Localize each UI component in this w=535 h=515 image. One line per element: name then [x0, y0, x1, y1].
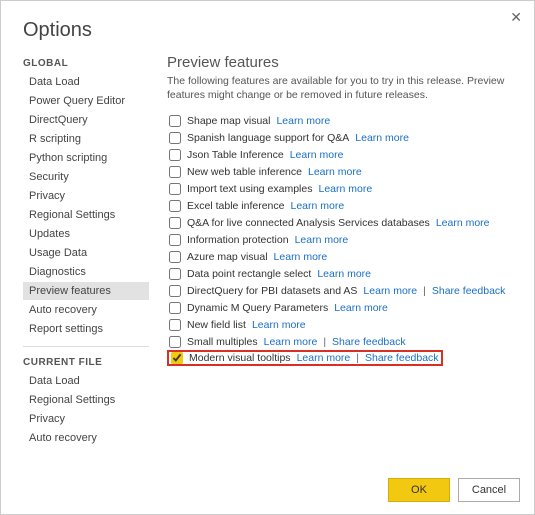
sidebar-item[interactable]: Report settings — [23, 320, 149, 338]
feature-checkbox[interactable] — [169, 302, 181, 314]
page-description: The following features are available for… — [167, 75, 518, 102]
learn-more-link[interactable]: Learn more — [308, 166, 362, 178]
feature-checkbox[interactable] — [169, 234, 181, 246]
feature-label: New field list — [187, 319, 246, 331]
feature-label: Data point rectangle select — [187, 268, 311, 280]
page-heading: Preview features — [167, 54, 518, 71]
sidebar-section-header: CURRENT FILE — [23, 357, 149, 368]
feature-checkbox[interactable] — [169, 149, 181, 161]
learn-more-link[interactable]: Learn more — [276, 115, 330, 127]
learn-more-link[interactable]: Learn more — [355, 132, 409, 144]
learn-more-link[interactable]: Learn more — [297, 352, 351, 364]
sidebar-item[interactable]: Python scripting — [23, 149, 149, 167]
feature-row: Excel table inference Learn more — [167, 197, 518, 214]
feature-label: Excel table inference — [187, 200, 284, 212]
feature-checkbox[interactable] — [169, 319, 181, 331]
sidebar-item[interactable]: DirectQuery — [23, 111, 149, 129]
feature-row: Spanish language support for Q&A Learn mo… — [167, 129, 518, 146]
feature-label: Json Table Inference — [187, 149, 284, 161]
sidebar-item[interactable]: Updates — [23, 225, 149, 243]
feature-row: Shape map visual Learn more — [167, 112, 518, 129]
feature-row: Small multiples Learn more | Share feedback — [167, 333, 518, 350]
feature-row: Information protection Learn more — [167, 231, 518, 248]
learn-more-link[interactable]: Learn more — [290, 200, 344, 212]
feature-row: Import text using examples Learn more — [167, 180, 518, 197]
learn-more-link[interactable]: Learn more — [274, 251, 328, 263]
feature-row: New web table inference Learn more — [167, 163, 518, 180]
learn-more-link[interactable]: Learn more — [264, 336, 318, 348]
learn-more-link[interactable]: Learn more — [318, 183, 372, 195]
link-divider: | — [356, 352, 359, 364]
learn-more-link[interactable]: Learn more — [252, 319, 306, 331]
feature-checkbox[interactable] — [169, 251, 181, 263]
sidebar-item[interactable]: Data Load — [23, 73, 149, 91]
feature-checkbox[interactable] — [169, 132, 181, 144]
feature-checkbox[interactable] — [171, 352, 183, 364]
sidebar-item[interactable]: Security — [23, 168, 149, 186]
sidebar-item[interactable]: Privacy — [23, 187, 149, 205]
dialog-footer: OK Cancel — [388, 478, 520, 502]
sidebar-item[interactable]: Power Query Editor — [23, 92, 149, 110]
feature-row: Q&A for live connected Analysis Services… — [167, 214, 518, 231]
sidebar-item[interactable]: Diagnostics — [23, 263, 149, 281]
learn-more-link[interactable]: Learn more — [363, 285, 417, 297]
sidebar: GLOBALData LoadPower Query EditorDirectQ… — [23, 48, 153, 448]
main-panel: Preview features The following features … — [153, 48, 524, 448]
learn-more-link[interactable]: Learn more — [295, 234, 349, 246]
feature-label: Q&A for live connected Analysis Services… — [187, 217, 430, 229]
learn-more-link[interactable]: Learn more — [334, 302, 388, 314]
learn-more-link[interactable]: Learn more — [436, 217, 490, 229]
feature-checkbox[interactable] — [169, 166, 181, 178]
sidebar-item[interactable]: Privacy — [23, 410, 149, 428]
feature-checkbox[interactable] — [169, 336, 181, 348]
sidebar-item[interactable]: Data Load — [23, 372, 149, 390]
feature-label: Shape map visual — [187, 115, 270, 127]
sidebar-item[interactable]: Usage Data — [23, 244, 149, 262]
learn-more-link[interactable]: Learn more — [317, 268, 371, 280]
sidebar-item[interactable]: R scripting — [23, 130, 149, 148]
feature-row: Modern visual tooltips Learn more | Share f… — [167, 350, 443, 366]
sidebar-item[interactable]: Preview features — [23, 282, 149, 300]
feature-checkbox[interactable] — [169, 285, 181, 297]
feature-label: New web table inference — [187, 166, 302, 178]
feature-checkbox[interactable] — [169, 200, 181, 212]
feature-row: Dynamic M Query Parameters Learn more — [167, 299, 518, 316]
feature-row: Azure map visual Learn more — [167, 248, 518, 265]
sidebar-item[interactable]: Auto recovery — [23, 301, 149, 319]
feature-checkbox[interactable] — [169, 183, 181, 195]
sidebar-item[interactable]: Regional Settings — [23, 391, 149, 409]
ok-button[interactable]: OK — [388, 478, 450, 502]
close-icon[interactable]: ✕ — [510, 9, 522, 26]
feature-row: Data point rectangle select Learn more — [167, 265, 518, 282]
feature-row: New field list Learn more — [167, 316, 518, 333]
cancel-button[interactable]: Cancel — [458, 478, 520, 502]
feature-label: Information protection — [187, 234, 289, 246]
feature-row: Json Table Inference Learn more — [167, 146, 518, 163]
feature-label: Import text using examples — [187, 183, 312, 195]
feature-checkbox[interactable] — [169, 115, 181, 127]
sidebar-item[interactable]: Auto recovery — [23, 429, 149, 447]
link-divider: | — [323, 336, 326, 348]
feature-checkbox[interactable] — [169, 268, 181, 280]
share-feedback-link[interactable]: Share feedback — [365, 352, 439, 364]
learn-more-link[interactable]: Learn more — [290, 149, 344, 161]
feature-label: Modern visual tooltips — [189, 352, 291, 364]
feature-label: Spanish language support for Q&A — [187, 132, 349, 144]
feature-label: DirectQuery for PBI datasets and AS — [187, 285, 357, 297]
sidebar-section-header: GLOBAL — [23, 58, 149, 69]
feature-row: DirectQuery for PBI datasets and AS Learn… — [167, 282, 518, 299]
feature-label: Dynamic M Query Parameters — [187, 302, 328, 314]
sidebar-item[interactable]: Regional Settings — [23, 206, 149, 224]
feature-checkbox[interactable] — [169, 217, 181, 229]
feature-list: Shape map visualLearn moreSpanish langua… — [167, 112, 518, 367]
dialog-title: Options — [1, 1, 534, 48]
share-feedback-link[interactable]: Share feedback — [432, 285, 506, 297]
share-feedback-link[interactable]: Share feedback — [332, 336, 406, 348]
feature-label: Small multiples — [187, 336, 258, 348]
link-divider: | — [423, 285, 426, 297]
feature-label: Azure map visual — [187, 251, 268, 263]
